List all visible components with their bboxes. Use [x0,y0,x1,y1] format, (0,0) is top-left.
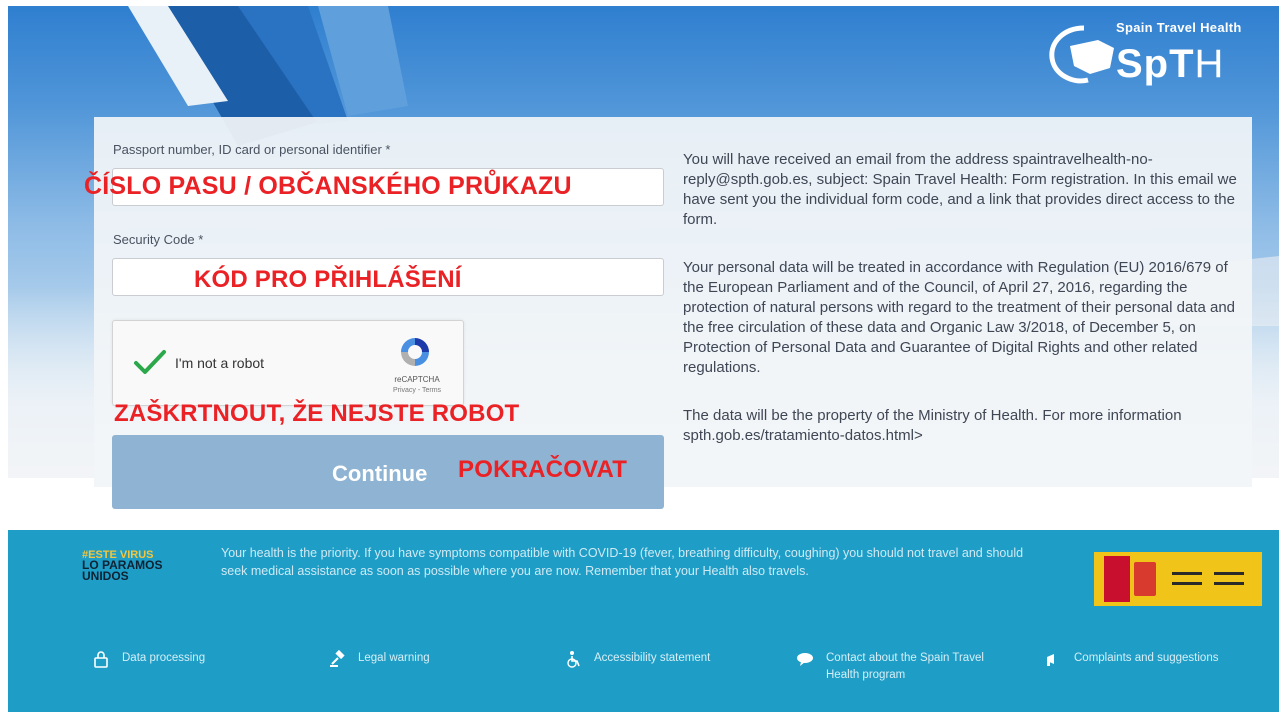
spain-map-icon [1049,25,1114,84]
government-of-spain-logo [1094,552,1262,606]
spth-logo[interactable]: Spain Travel Health SpTH [1042,16,1264,96]
logo-subtitle: Spain Travel Health [1116,20,1242,35]
passport-label: Passport number, ID card or personal ide… [113,142,391,157]
privacy-info-paragraph: Your personal data will be treated in ac… [683,259,1235,376]
flag-stripe [1104,556,1130,602]
coat-of-arms-icon [1134,562,1156,596]
logo-wordmark: SpTH [1116,42,1225,86]
recaptcha-widget[interactable]: I'm not a robot reCAPTCHA Privacy - Term… [112,320,464,406]
email-info-paragraph: You will have received an email from the… [683,151,1237,228]
lock-icon [94,651,108,668]
page: Spain Travel Health SpTH Passport number… [0,0,1287,712]
check-icon[interactable] [133,349,167,375]
recaptcha-terms-link[interactable]: Privacy - Terms [381,387,453,394]
recaptcha-brand: reCAPTCHA [394,375,440,384]
chat-icon [797,653,813,666]
gavel-icon [330,650,345,667]
footer: #ESTE VIRUS LO PARAMOS UNIDOS Your healt… [8,530,1279,712]
annotation-security-code: KÓD PRO PŘIHLÁŠENÍ [194,266,462,293]
annotation-passport: ČÍSLO PASU / OBČANSKÉHO PRŮKAZU [84,172,572,200]
annotation-captcha: ZAŠKRTNOUT, ŽE NEJSTE ROBOT [114,400,520,427]
recaptcha-icon [401,338,429,366]
campaign-logo: #ESTE VIRUS LO PARAMOS UNIDOS [82,549,163,583]
megaphone-icon [1047,654,1054,666]
wheelchair-icon [567,651,580,668]
health-message: Your health is the priority. If you have… [221,546,1024,578]
continue-button-label[interactable]: Continue [332,461,427,487]
captcha-label: I'm not a robot [175,355,265,371]
annotation-continue: POKRAČOVAT [458,456,628,483]
data-ownership-paragraph: The data will be the property of the Min… [683,407,1182,444]
security-code-label: Security Code * [113,232,204,247]
